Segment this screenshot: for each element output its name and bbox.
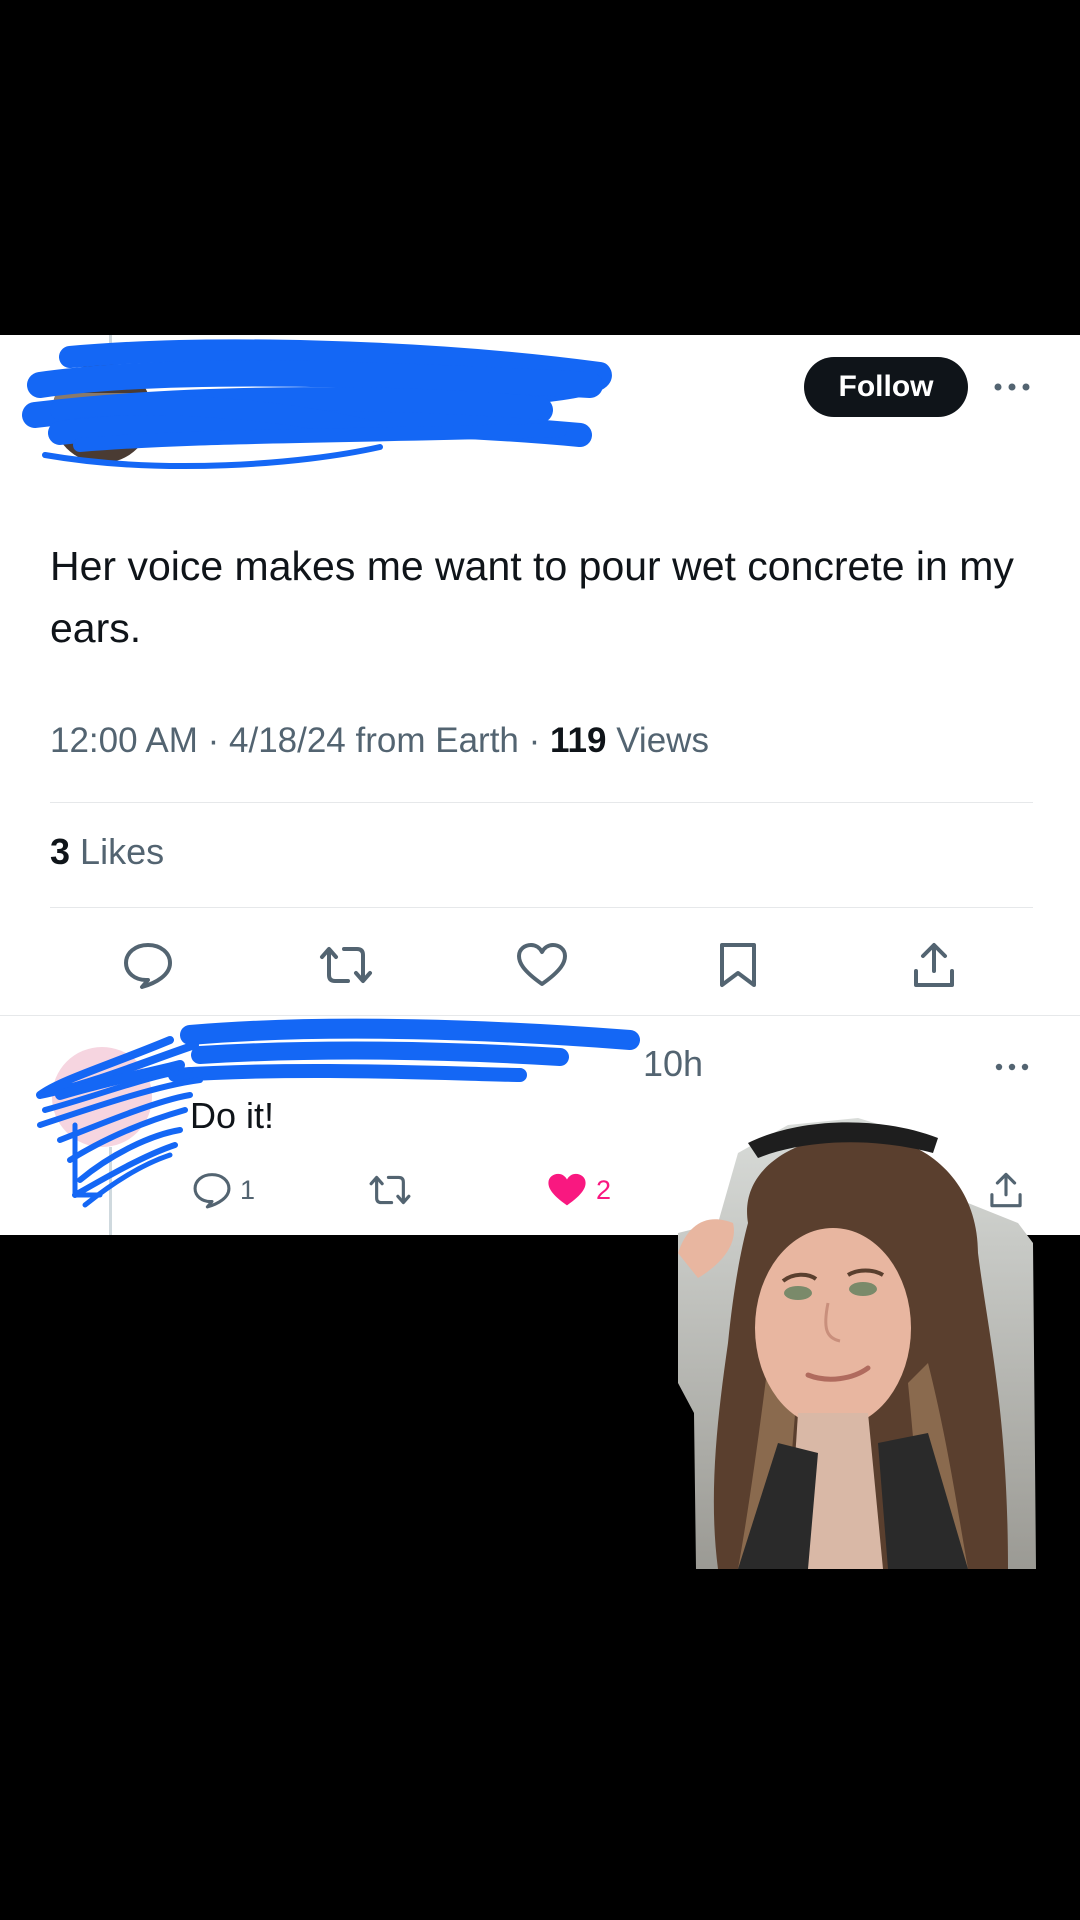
author-avatar[interactable]	[52, 363, 152, 463]
bookmark-icon	[720, 943, 756, 987]
retweet-icon	[369, 1175, 411, 1205]
likes-count: 3	[50, 831, 71, 872]
like-filled-icon	[548, 1173, 586, 1206]
share-button[interactable]	[904, 935, 964, 995]
share-icon	[914, 943, 954, 987]
divider	[0, 1015, 1080, 1016]
selfie-photo-overlay	[678, 1118, 1036, 1569]
thread-connector	[109, 335, 112, 345]
tweet-source: from Earth	[355, 721, 519, 760]
reply-like-count: 2	[596, 1174, 612, 1205]
reply-more-button[interactable]	[988, 1047, 1036, 1087]
tweet-time[interactable]: 12:00 AM	[50, 721, 198, 760]
reply-reply-button[interactable]: 1	[192, 1165, 255, 1215]
reply-retweet-button[interactable]	[368, 1165, 412, 1215]
reply-reply-count: 1	[240, 1174, 256, 1205]
tweet-card: Follow Her voice makes me want to pour w…	[0, 335, 1080, 1235]
likes-summary[interactable]: 3 Likes	[50, 831, 164, 873]
like-icon	[517, 943, 567, 986]
more-icon	[994, 383, 1030, 391]
tweet-actions	[0, 935, 1080, 1035]
bookmark-button[interactable]	[708, 935, 768, 995]
tweet-date[interactable]: 4/18/24	[229, 721, 346, 760]
follow-button[interactable]: Follow	[804, 357, 968, 417]
like-button[interactable]	[512, 935, 572, 995]
reply-time[interactable]: 10h	[643, 1043, 703, 1085]
divider	[50, 907, 1033, 908]
reply-avatar[interactable]	[52, 1047, 152, 1147]
reply-button[interactable]	[118, 935, 178, 995]
retweet-icon	[320, 947, 372, 983]
more-icon	[995, 1063, 1029, 1071]
reply-text: Do it!	[190, 1095, 275, 1136]
reply-icon	[124, 943, 172, 989]
tweet-text: Her voice makes me want to pour wet conc…	[50, 543, 1014, 651]
reply-like-button[interactable]: 2	[546, 1165, 611, 1215]
more-options-button[interactable]	[988, 365, 1036, 409]
reply-author-redaction	[36, 1018, 640, 1208]
tweet-meta: 12:00 AM · 4/18/24 from Earth · 119 View…	[50, 721, 709, 760]
likes-label: Likes	[80, 831, 165, 872]
reply-icon	[193, 1173, 231, 1209]
views-label: Views	[616, 721, 709, 760]
retweet-button[interactable]	[316, 935, 376, 995]
divider	[50, 802, 1033, 803]
views-count: 119	[550, 721, 607, 760]
